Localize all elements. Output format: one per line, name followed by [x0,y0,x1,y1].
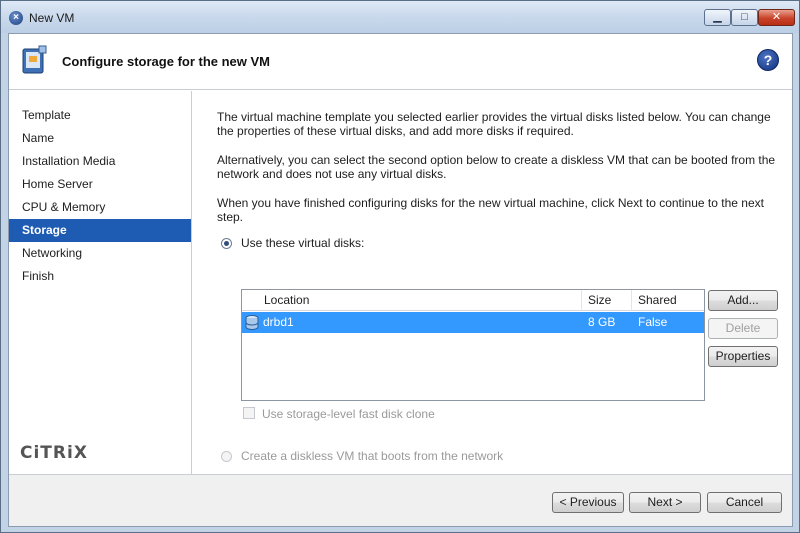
intro-paragraph: The virtual machine template you selecte… [217,110,771,138]
use-disks-label[interactable]: Use these virtual disks: [241,236,364,250]
nav-item-storage[interactable]: Storage [9,219,191,242]
maximize-button[interactable]: □ [731,9,758,26]
nav-item-home-server[interactable]: Home Server [9,173,191,196]
diskless-label[interactable]: Create a diskless VM that boots from the… [241,449,503,463]
disk-icon [245,315,259,330]
nav-item-installation-media[interactable]: Installation Media [9,150,191,173]
nav-item-template[interactable]: Template [9,104,191,127]
wizard-nav: Template Name Installation Media Home Se… [9,91,192,474]
help-icon[interactable]: ? [757,49,779,71]
page-title: Configure storage for the new VM [62,54,271,69]
nav-item-name[interactable]: Name [9,127,191,150]
new-vm-icon [22,45,47,74]
minimize-button[interactable]: ▁ [704,9,731,26]
fast-clone-label[interactable]: Use storage-level fast disk clone [262,407,435,421]
disk-location: drbd1 [263,315,294,329]
add-disk-button[interactable]: Add... [708,290,778,311]
wizard-footer: < Previous Next > Cancel [9,474,792,526]
window-title: New VM [29,11,75,25]
use-disks-radio[interactable] [221,238,232,249]
nav-item-networking[interactable]: Networking [9,242,191,265]
nav-item-finish[interactable]: Finish [9,265,191,288]
close-button[interactable]: ✕ [758,9,795,26]
diskless-radio[interactable] [221,451,232,462]
title-bar[interactable]: × New VM ▁ □ ✕ [1,1,799,33]
previous-button[interactable]: < Previous [552,492,624,513]
citrix-logo: CiTRiX [20,443,88,463]
next-button[interactable]: Next > [629,492,701,513]
wizard-client-area: Configure storage for the new VM ? Templ… [8,33,793,527]
virtual-disks-list[interactable]: Location Size Shared drbd1 8 GB False [241,289,705,401]
disk-shared: False [638,315,668,329]
disk-properties-button[interactable]: Properties [708,346,778,367]
delete-disk-button[interactable]: Delete [708,318,778,339]
next-step-paragraph: When you have finished configuring disks… [217,196,764,224]
table-row[interactable]: drbd1 8 GB False [242,312,704,333]
fast-clone-checkbox[interactable] [243,407,255,419]
nav-item-cpu-memory[interactable]: CPU & Memory [9,196,191,219]
column-size[interactable]: Size [582,290,632,311]
new-vm-window: × New VM ▁ □ ✕ Configure storage for the… [0,0,800,533]
column-shared[interactable]: Shared [632,290,704,311]
wizard-header: Configure storage for the new VM ? [9,34,792,90]
citrix-x-icon: × [9,11,23,25]
list-header: Location Size Shared [242,290,704,311]
diskless-paragraph: Alternatively, you can select the second… [217,153,776,181]
storage-page: The virtual machine template you selecte… [193,91,792,474]
disk-size: 8 GB [588,315,616,329]
column-location[interactable]: Location [242,290,582,311]
cancel-button[interactable]: Cancel [707,492,782,513]
